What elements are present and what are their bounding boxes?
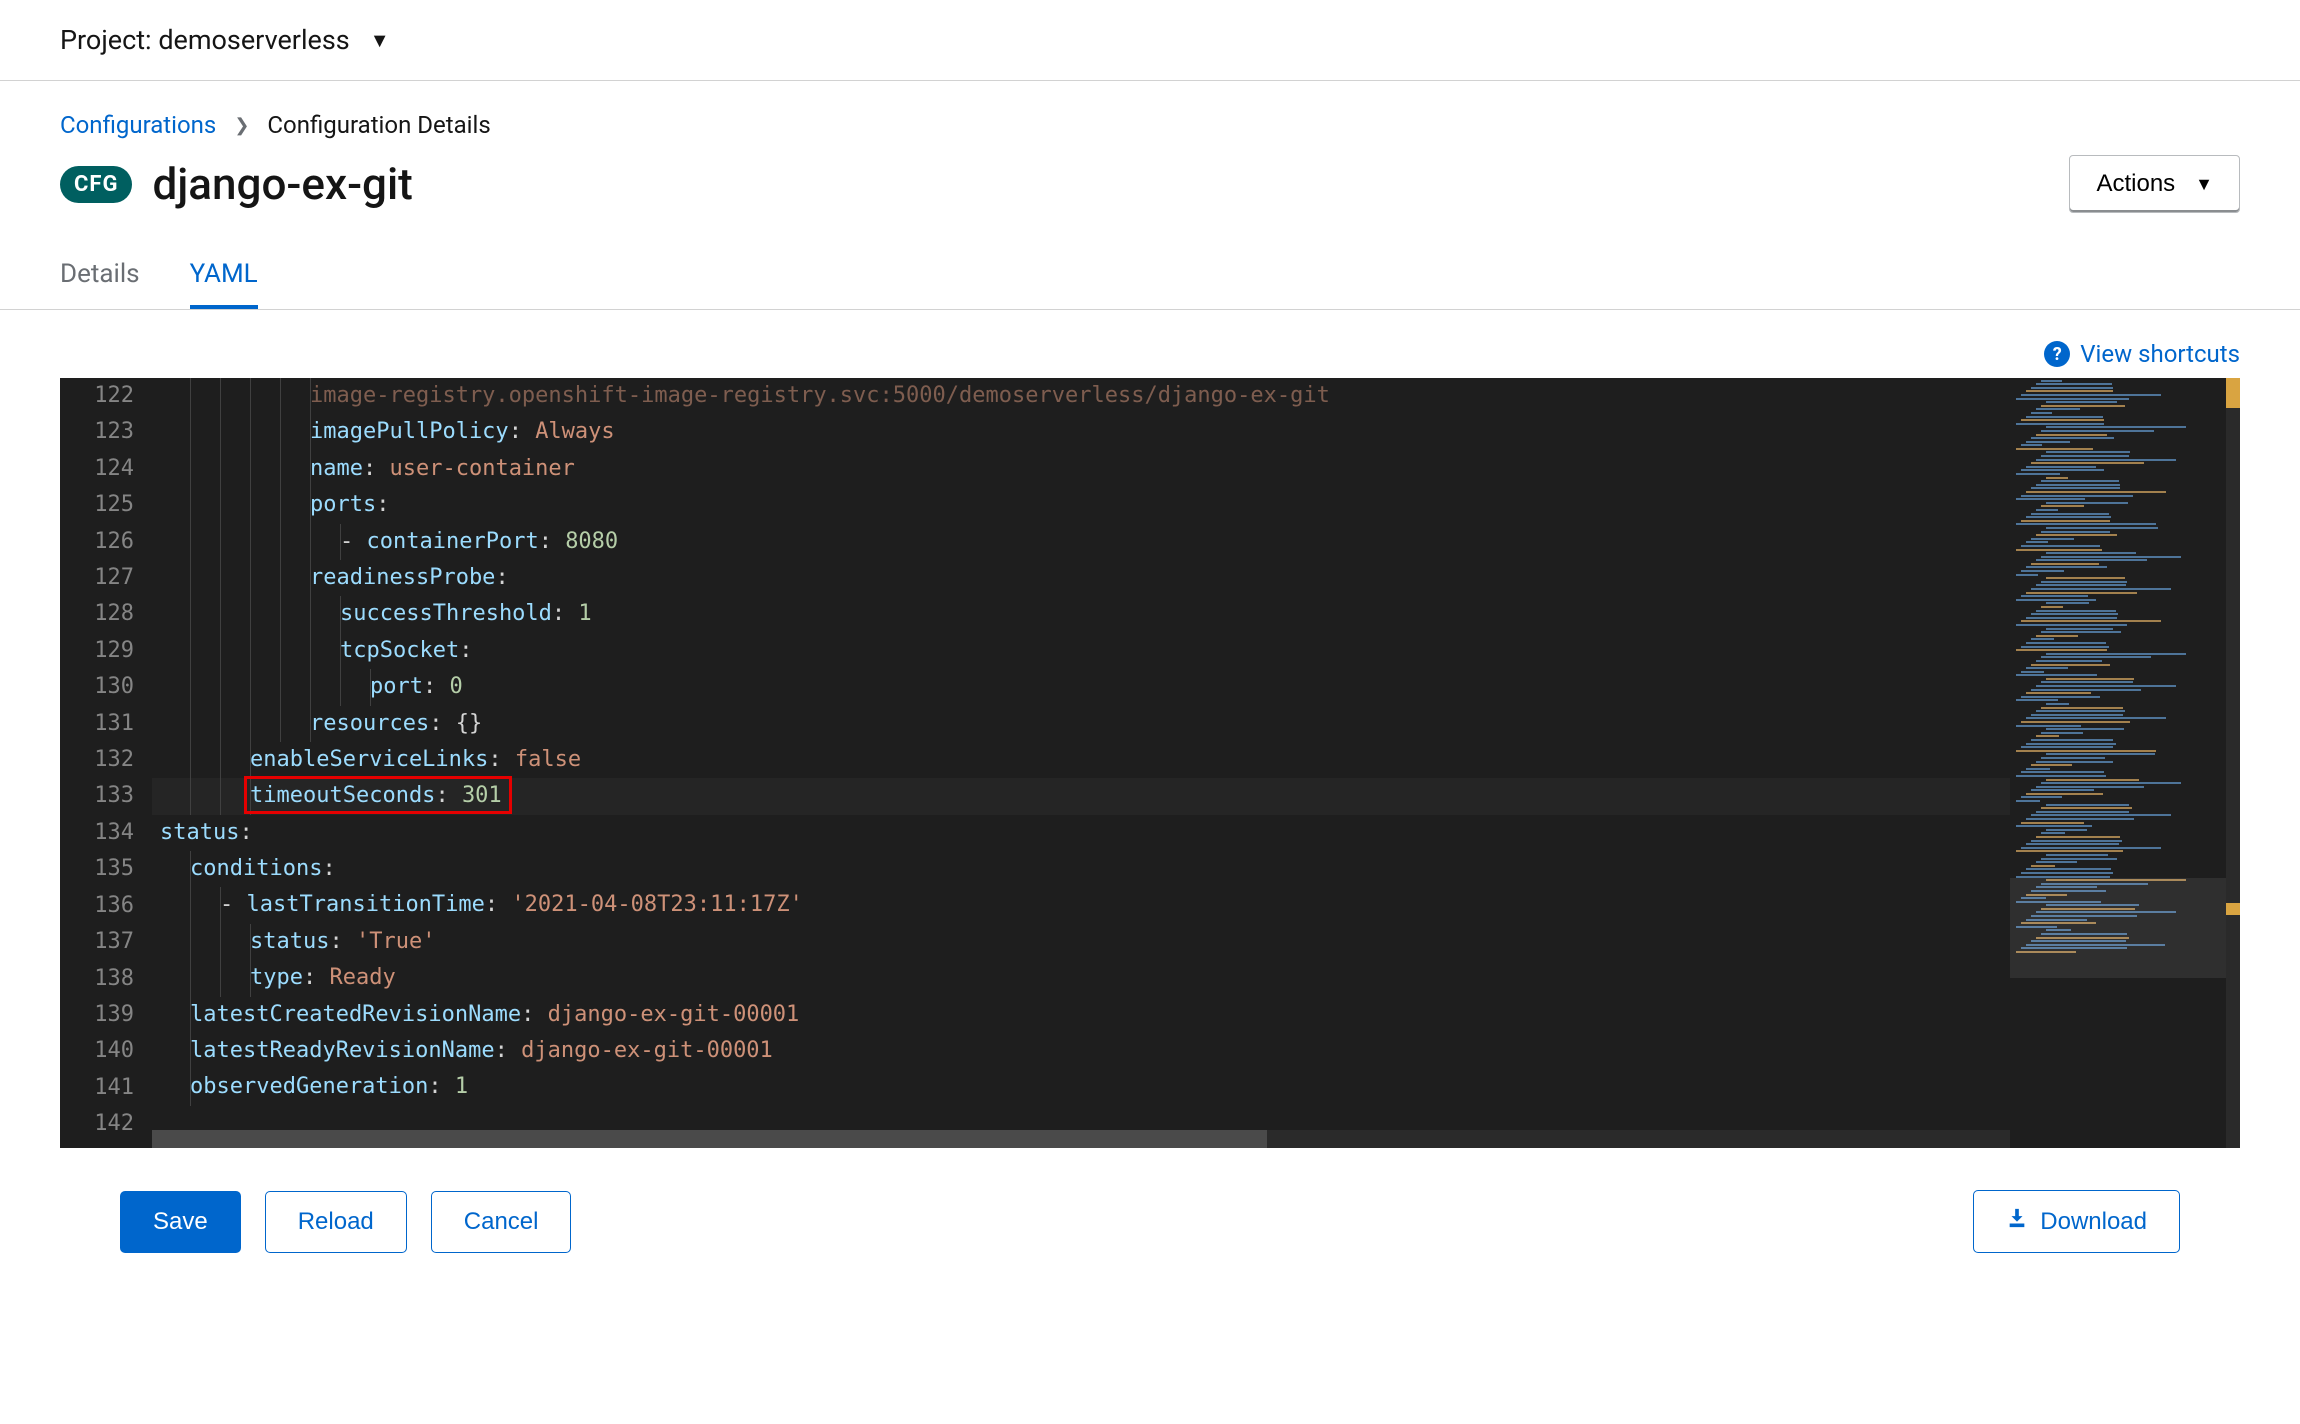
shortcuts-label: View shortcuts <box>2080 340 2240 368</box>
actions-dropdown[interactable]: Actions ▼ <box>2069 155 2240 213</box>
minimap[interactable] <box>2010 378 2240 1148</box>
caret-down-icon: ▼ <box>370 28 390 53</box>
code-area[interactable]: image-registry.openshift-image-registry.… <box>152 378 2010 1148</box>
breadcrumb: Configurations ❯ Configuration Details <box>0 81 2300 139</box>
project-name: demoserverless <box>158 24 349 56</box>
chevron-right-icon: ❯ <box>234 115 249 136</box>
tabs: Details YAML <box>0 243 2300 310</box>
horizontal-scrollbar[interactable] <box>152 1130 2010 1148</box>
project-selector[interactable]: Project: demoserverless ▼ <box>0 0 2300 81</box>
download-label: Download <box>2040 1208 2147 1236</box>
breadcrumb-current: Configuration Details <box>267 111 490 139</box>
project-label: Project: <box>60 24 152 56</box>
page-title: django-ex-git <box>152 158 412 210</box>
scrollbar-thumb[interactable] <box>152 1130 1267 1148</box>
reload-button[interactable]: Reload <box>265 1191 407 1253</box>
minimap-highlight <box>2226 903 2240 915</box>
help-icon: ? <box>2044 341 2070 367</box>
button-row: Save Reload Cancel Download <box>60 1148 2240 1295</box>
breadcrumb-root[interactable]: Configurations <box>60 111 216 139</box>
yaml-editor[interactable]: 1221231241251261271281291301311321331341… <box>60 378 2240 1148</box>
resource-type-badge: CFG <box>60 166 132 203</box>
title-row: CFG django-ex-git Actions ▼ <box>0 139 2300 243</box>
actions-label: Actions <box>2096 170 2175 198</box>
tab-details[interactable]: Details <box>60 243 140 309</box>
minimap-highlight <box>2226 378 2240 408</box>
tab-yaml[interactable]: YAML <box>190 243 258 309</box>
line-number-gutter: 1221231241251261271281291301311321331341… <box>60 378 152 1148</box>
view-shortcuts-link[interactable]: ? View shortcuts <box>60 340 2240 378</box>
minimap-viewport[interactable] <box>2010 878 2226 978</box>
caret-down-icon: ▼ <box>2195 174 2213 195</box>
cancel-button[interactable]: Cancel <box>431 1191 572 1253</box>
download-button[interactable]: Download <box>1973 1190 2180 1253</box>
save-button[interactable]: Save <box>120 1191 241 1253</box>
download-icon <box>2006 1207 2028 1236</box>
minimap-scrollbar[interactable] <box>2226 378 2240 1148</box>
